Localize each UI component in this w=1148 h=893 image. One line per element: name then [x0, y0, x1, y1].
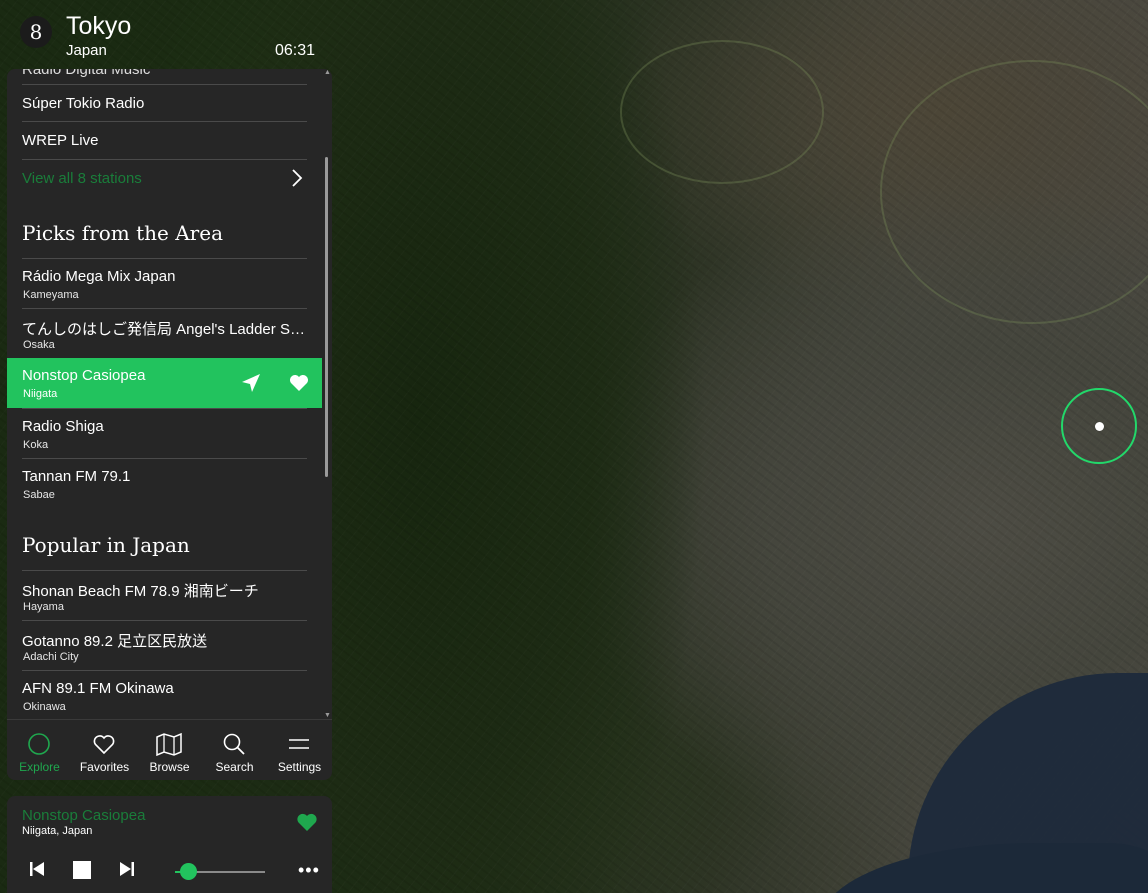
country-name: Japan: [66, 42, 107, 59]
nav-favorites[interactable]: Favorites: [72, 720, 137, 780]
map-river: [620, 40, 824, 184]
heart-filled-icon[interactable]: [288, 372, 310, 394]
menu-icon: [289, 739, 309, 749]
nav-label: Search: [215, 760, 254, 774]
map-icon: [156, 732, 182, 756]
nav-search[interactable]: Search: [202, 720, 267, 780]
view-all-stations-link[interactable]: View all 8 stations: [22, 159, 307, 197]
nav-explore[interactable]: Explore: [7, 720, 72, 780]
station-name: てんしのはしご発信局 Angel's Ladder Station: [22, 321, 307, 338]
scroll-thumb[interactable]: [325, 157, 328, 477]
nav-label: Settings: [277, 760, 322, 774]
station-count-badge[interactable]: 8: [20, 16, 52, 48]
popular-section-title: Popular in Japan: [22, 533, 190, 557]
nav-label: Favorites: [79, 760, 130, 774]
now-playing-bar: Nonstop Casiopea Niigata, Japan •••: [7, 796, 332, 893]
local-time: 06:31: [275, 42, 316, 59]
scroll-down-arrow-icon[interactable]: ▼: [324, 712, 331, 719]
station-city: Sabae: [23, 489, 55, 501]
station-row-active[interactable]: Nonstop Casiopea Niigata: [7, 358, 322, 408]
panel-scrollbar[interactable]: ▲ ▼: [324, 69, 331, 719]
more-options-button[interactable]: •••: [298, 860, 320, 881]
station-row[interactable]: WREP Live: [22, 121, 307, 159]
station-panel[interactable]: Radio Digital Music Súper Tokio Radio WR…: [7, 69, 332, 719]
bottom-nav: Explore Favorites Browse Search Settings: [7, 719, 332, 780]
station-name: Shonan Beach FM 78.9 湘南ビーチ: [22, 583, 259, 600]
skip-previous-icon[interactable]: [29, 861, 45, 877]
station-city: Okinawa: [23, 701, 66, 713]
nav-browse[interactable]: Browse: [137, 720, 202, 780]
heart-icon: [93, 735, 115, 755]
nav-settings[interactable]: Settings: [267, 720, 332, 780]
station-city: Osaka: [23, 339, 55, 351]
view-all-label: View all 8 stations: [22, 170, 142, 187]
city-name: Tokyo: [66, 12, 132, 40]
now-playing-title[interactable]: Nonstop Casiopea: [22, 807, 145, 824]
search-icon: [223, 733, 245, 755]
now-playing-location: Niigata, Japan: [22, 825, 93, 837]
station-row[interactable]: Radio Shiga Koka: [22, 408, 307, 458]
station-name: Gotanno 89.2 足立区民放送: [22, 633, 208, 650]
skip-next-icon[interactable]: [119, 861, 135, 877]
navigate-arrow-icon[interactable]: [240, 372, 262, 394]
picks-section-title: Picks from the Area: [22, 221, 223, 245]
station-row[interactable]: てんしのはしご発信局 Angel's Ladder Station Osaka: [22, 308, 307, 358]
favorite-heart-icon[interactable]: [296, 811, 318, 833]
location-header: 8 Tokyo Japan 06:31: [0, 0, 332, 64]
station-name: Nonstop Casiopea: [22, 367, 146, 384]
station-row[interactable]: Súper Tokio Radio: [22, 84, 307, 122]
station-row[interactable]: Shonan Beach FM 78.9 湘南ビーチ Hayama: [22, 570, 307, 620]
station-row[interactable]: Tannan FM 79.1 Sabae: [22, 458, 307, 508]
station-row[interactable]: AFN 89.1 FM Okinawa Okinawa: [22, 670, 307, 719]
station-name: Radio Shiga: [22, 418, 104, 435]
nav-label: Browse: [149, 760, 190, 774]
station-name: Tannan FM 79.1: [22, 468, 131, 485]
station-city: Adachi City: [23, 651, 79, 663]
station-city: Niigata: [23, 388, 58, 400]
station-city: Hayama: [23, 601, 64, 613]
station-city: Kameyama: [23, 289, 79, 301]
station-name: Rádio Mega Mix Japan: [22, 268, 176, 285]
volume-slider-knob[interactable]: [180, 863, 197, 880]
station-name: WREP Live: [22, 132, 99, 149]
station-row[interactable]: Gotanno 89.2 足立区民放送 Adachi City: [22, 620, 307, 670]
explore-icon: [28, 733, 50, 755]
scroll-up-arrow-icon[interactable]: ▲: [324, 69, 331, 76]
cut-station-name[interactable]: Radio Digital Music: [22, 69, 150, 78]
location-dot[interactable]: [1095, 422, 1104, 431]
stop-icon[interactable]: [73, 861, 91, 879]
station-name: AFN 89.1 FM Okinawa: [22, 680, 174, 697]
nav-label: Explore: [19, 760, 60, 774]
station-name: Súper Tokio Radio: [22, 95, 145, 112]
chevron-right-icon: [292, 169, 303, 187]
station-city: Koka: [23, 439, 49, 451]
station-row[interactable]: Rádio Mega Mix Japan Kameyama: [22, 258, 307, 308]
